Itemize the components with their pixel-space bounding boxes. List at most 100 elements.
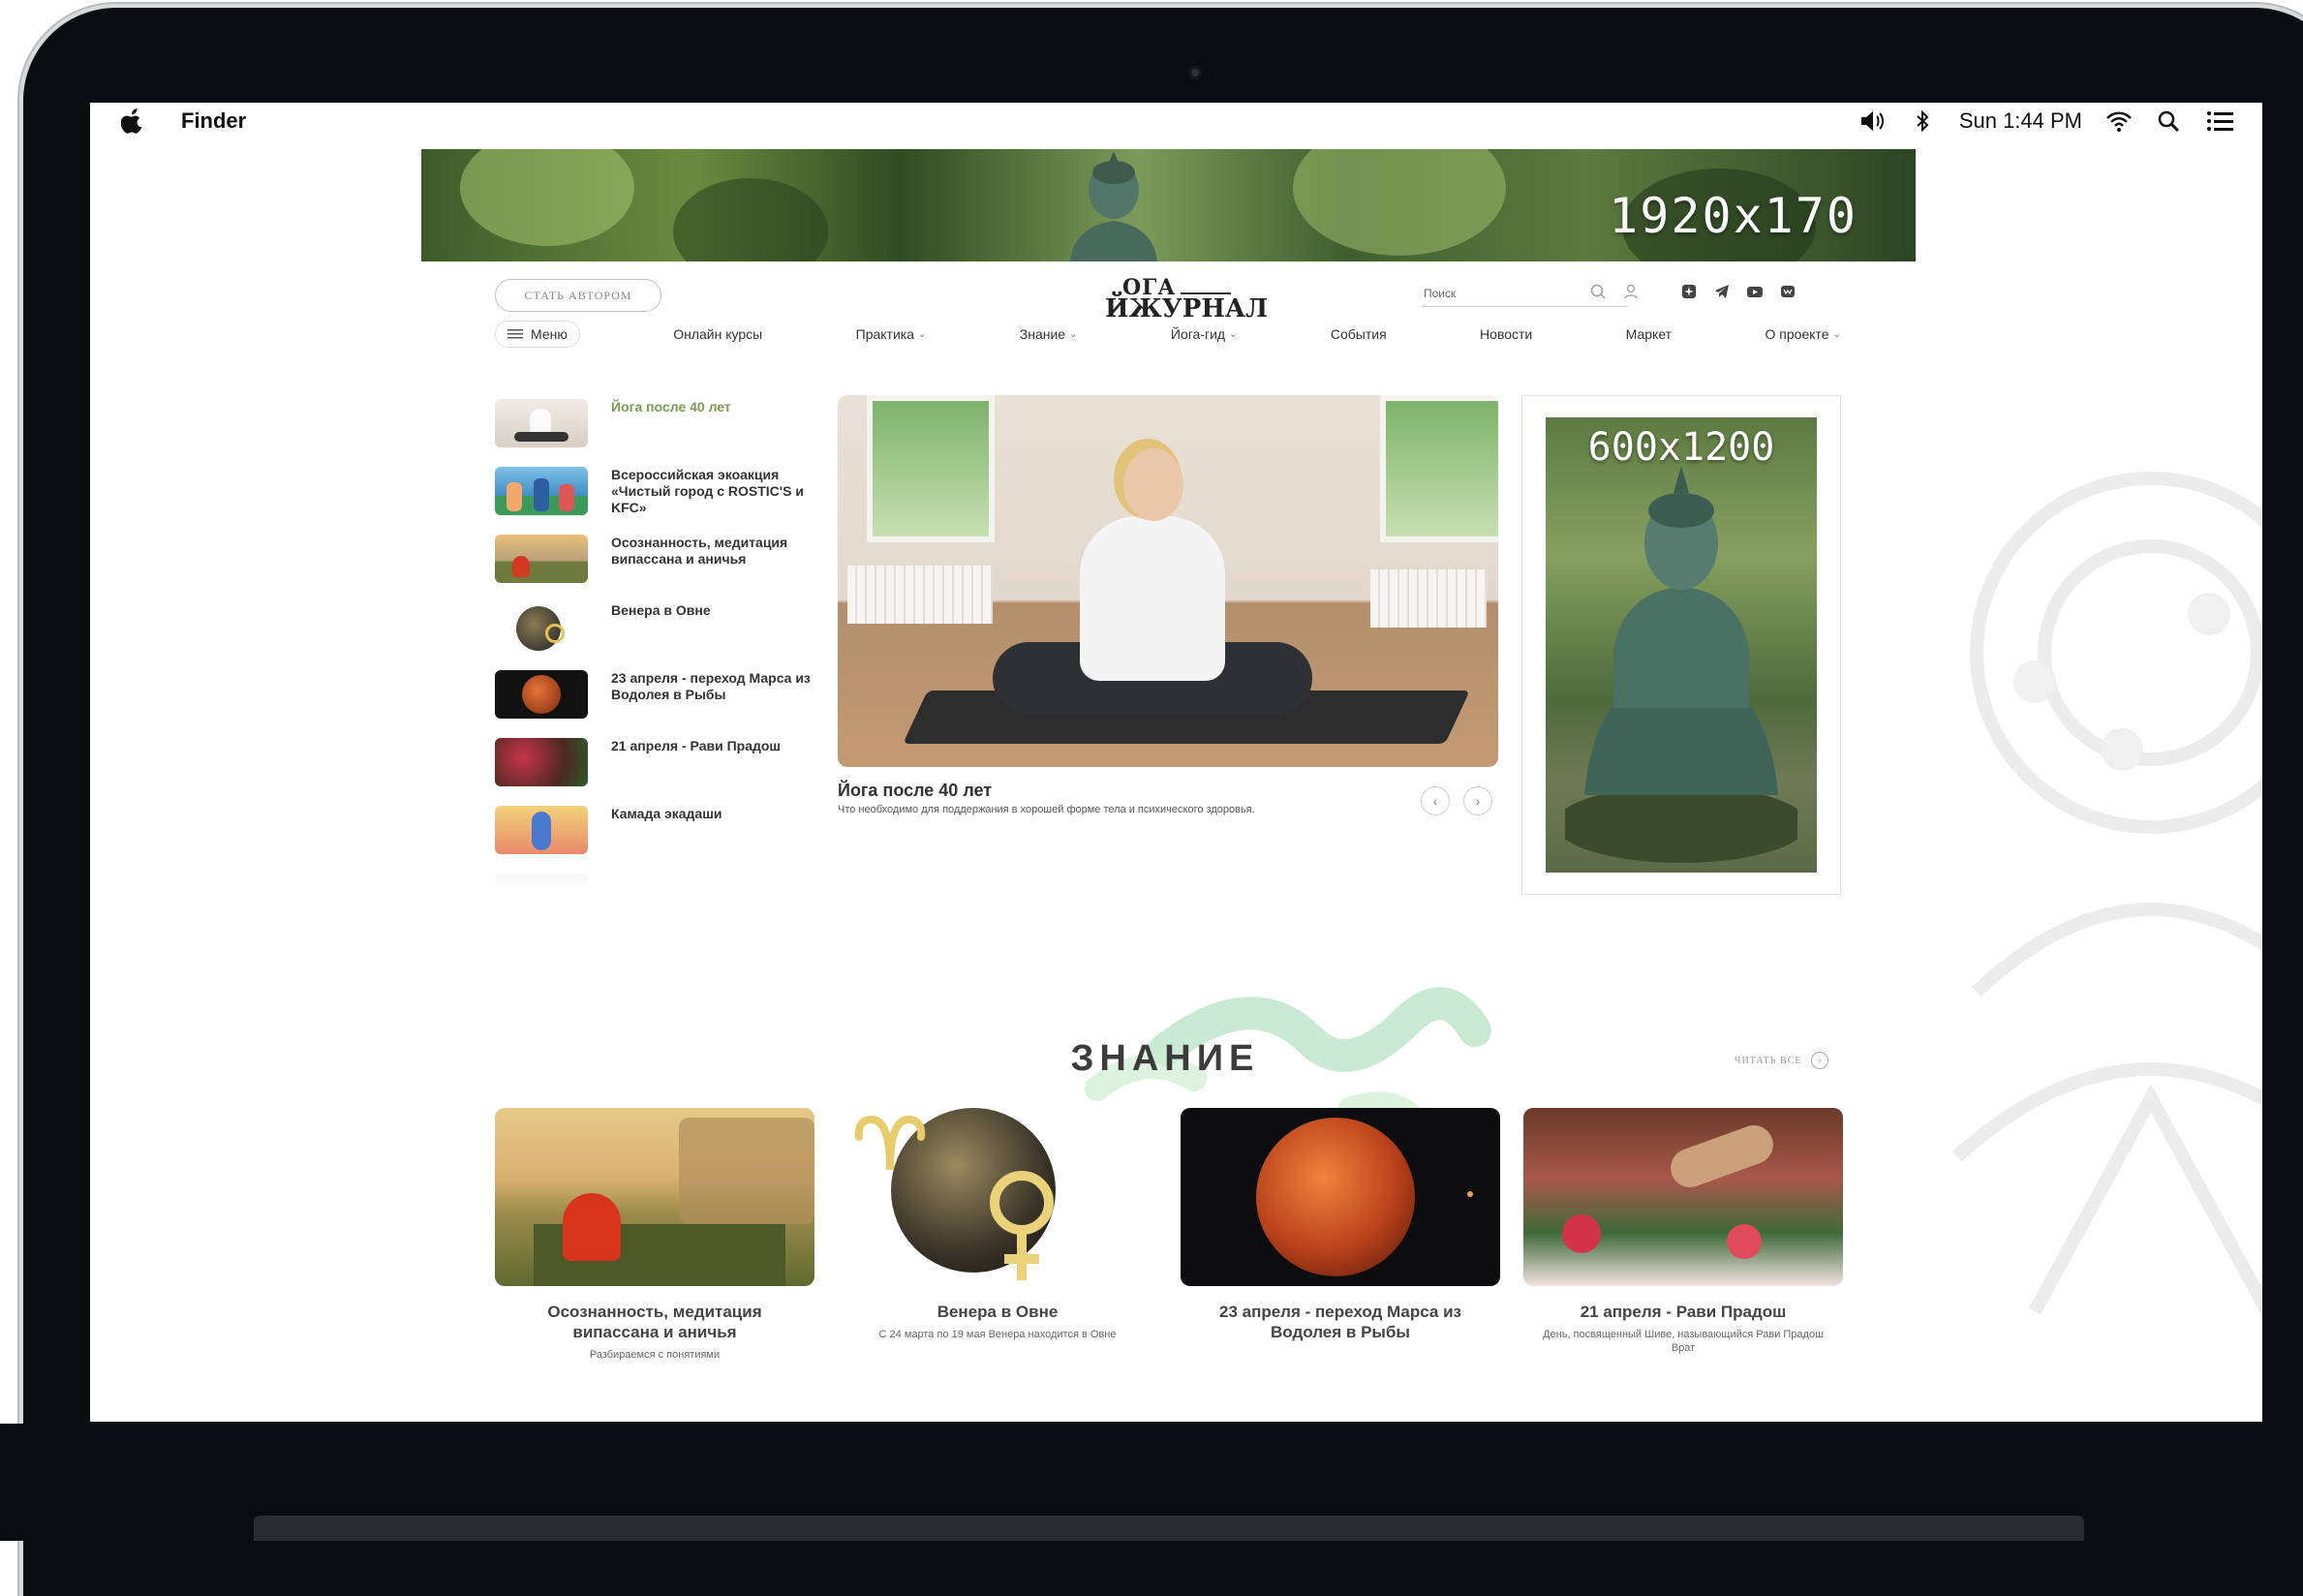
aries-symbol-icon [854, 1115, 926, 1170]
side-ad[interactable]: 600x1200 [1546, 417, 1817, 873]
top-ad-banner[interactable]: 1920x170 [421, 149, 1916, 261]
article-thumbnail [495, 670, 588, 719]
search-icon[interactable] [1589, 283, 1607, 300]
nav-label: События [1330, 326, 1387, 342]
ad-size-label: 600x1200 [1587, 425, 1775, 470]
search-input[interactable] [1422, 286, 1600, 301]
window-decoration [1380, 395, 1498, 542]
chevron-down-icon: ⌄ [1069, 328, 1078, 340]
list-item[interactable]: Осознанность, медитация випассана и анич… [495, 535, 824, 602]
prev-arrow-icon[interactable]: ‹ [1421, 786, 1450, 815]
knowledge-card[interactable]: 21 апреля - Рави Прадош День, посвященны… [1523, 1108, 1843, 1362]
knowledge-card[interactable]: 23 апреля - переход Марса из Водолея в Р… [1181, 1108, 1500, 1362]
card-image [495, 1108, 814, 1286]
menu-bar: Finder Sun 1:44 PM [90, 103, 2262, 140]
nav-about[interactable]: О проекте ⌄ [1765, 326, 1840, 342]
knowledge-card[interactable]: Венера в Овне С 24 марта по 19 мая Венер… [838, 1108, 1157, 1362]
camera [1188, 66, 1202, 79]
read-all-link[interactable]: ЧИТАТЬ ВСЕ › [1735, 1052, 1829, 1069]
app-name[interactable]: Finder [181, 108, 246, 134]
nav-news[interactable]: Новости [1480, 326, 1532, 342]
clock[interactable]: Sun 1:44 PM [1959, 108, 2082, 134]
nav-label: Знание [1019, 326, 1066, 342]
nav-label: Новости [1480, 326, 1533, 342]
buddha-statue-icon [1565, 466, 1797, 863]
card-image [1181, 1108, 1500, 1286]
become-author-button[interactable]: СТАТЬ АВТОРОМ [495, 279, 661, 312]
person-body [1080, 516, 1225, 681]
nav-label: Онлайн курсы [673, 326, 763, 342]
slider-controls: ‹ › [1421, 786, 1492, 815]
side-ad-frame: 600x1200 [1521, 395, 1841, 895]
chevron-down-icon: ⌄ [1832, 328, 1841, 340]
featured-slide-image[interactable] [838, 395, 1498, 767]
list-item-label: Венера в Овне [611, 602, 711, 618]
article-thumbnail [495, 738, 588, 786]
list-item[interactable]: 23 апреля - переход Марса из Водолея в Р… [495, 670, 824, 738]
screen: Finder Sun 1:44 PM 1920x170 СТАТЬ АВТОРО… [90, 103, 2262, 1422]
card-title: Венера в Овне [937, 1303, 1059, 1321]
main-nav: Меню Онлайн курсы Практика ⌄ Знание ⌄ Йога… [495, 320, 1841, 349]
chevron-down-icon: ⌄ [1229, 328, 1238, 340]
featured-description: Что необходимо для поддержания в хорошей… [838, 804, 1255, 815]
youtube-icon[interactable] [1746, 283, 1764, 300]
wifi-icon[interactable] [2105, 109, 2133, 133]
bluetooth-icon[interactable] [1909, 109, 1936, 133]
telegram-icon[interactable] [1713, 283, 1731, 300]
mandala-decoration-icon [1952, 472, 2262, 1315]
card-image [838, 1108, 1157, 1286]
venus-symbol-icon [990, 1171, 1054, 1280]
notification-center-icon[interactable] [2206, 109, 2233, 133]
article-thumbnail [495, 535, 588, 583]
arrow-right-icon: › [1811, 1052, 1829, 1069]
site-logo[interactable]: ОГА ЙЖУРНАЛ [1105, 275, 1268, 323]
user-icon[interactable] [1622, 283, 1640, 300]
list-fade [495, 874, 588, 891]
laptop-hinge [254, 1516, 2084, 1541]
hamburger-icon [507, 329, 523, 339]
card-title: 23 апреля - переход Марса из Водолея в Р… [1218, 1303, 1461, 1341]
nav-label: О проекте [1765, 326, 1829, 342]
list-item[interactable]: 21 апреля - Рави Прадош [495, 738, 824, 806]
nav-label: Маркет [1625, 326, 1673, 342]
menu-button[interactable]: Меню [495, 321, 580, 348]
card-image [1523, 1108, 1843, 1286]
card-title: 21 апреля - Рави Прадош [1580, 1303, 1787, 1321]
list-item-label: Камада экадаши [611, 806, 722, 821]
list-item-label: Всероссийская экоакция «Чистый город с R… [611, 467, 804, 515]
list-item[interactable]: Венера в Овне [495, 602, 824, 670]
card-description: С 24 марта по 19 мая Венера находится в … [878, 1329, 1117, 1340]
list-item[interactable]: Всероссийская экоакция «Чистый город с R… [495, 467, 824, 535]
volume-icon[interactable] [1858, 109, 1886, 133]
dzen-icon[interactable] [1680, 283, 1698, 300]
spotlight-search-icon[interactable] [2156, 109, 2183, 133]
buddha-statue-icon [1070, 151, 1157, 261]
nav-events[interactable]: События [1331, 326, 1387, 342]
card-description: День, посвященный Шиве, называющийся Рав… [1543, 1329, 1824, 1354]
menu-label: Меню [531, 326, 568, 342]
radiator-decoration [847, 566, 993, 624]
banner-size-label: 1920x170 [1609, 188, 1858, 244]
featured-title[interactable]: Йога после 40 лет [838, 781, 992, 801]
next-arrow-icon[interactable]: › [1463, 786, 1492, 815]
nav-market[interactable]: Маркет [1626, 326, 1672, 342]
nav-practice[interactable]: Практика ⌄ [856, 326, 927, 342]
list-item[interactable]: Йога после 40 лет [495, 399, 824, 467]
article-thumbnail [495, 399, 588, 447]
nav-yoga-guide[interactable]: Йога-гид ⌄ [1171, 326, 1238, 342]
read-all-label: ЧИТАТЬ ВСЕ [1735, 1055, 1802, 1066]
article-thumbnail [495, 602, 588, 651]
list-item[interactable]: Камада экадаши [495, 806, 824, 874]
article-list: Йога после 40 лет Всероссийская экоакция… [495, 399, 824, 891]
vk-icon[interactable] [1779, 283, 1796, 300]
chevron-down-icon: ⌄ [918, 328, 927, 340]
nav-label: Практика [855, 326, 914, 342]
list-item-label: 21 апреля - Рави Прадош [611, 738, 782, 753]
nav-label: Йога-гид [1170, 326, 1226, 342]
apple-icon[interactable] [121, 108, 144, 134]
nav-online-courses[interactable]: Онлайн курсы [673, 326, 762, 342]
radiator-decoration [1370, 569, 1487, 628]
knowledge-card[interactable]: Осознанность, медитация випассана и анич… [495, 1108, 814, 1362]
nav-knowledge[interactable]: Знание ⌄ [1020, 326, 1078, 342]
web-page: 1920x170 СТАТЬ АВТОРОМ ОГА ЙЖУРНАЛ Поиск… [90, 139, 2262, 1422]
